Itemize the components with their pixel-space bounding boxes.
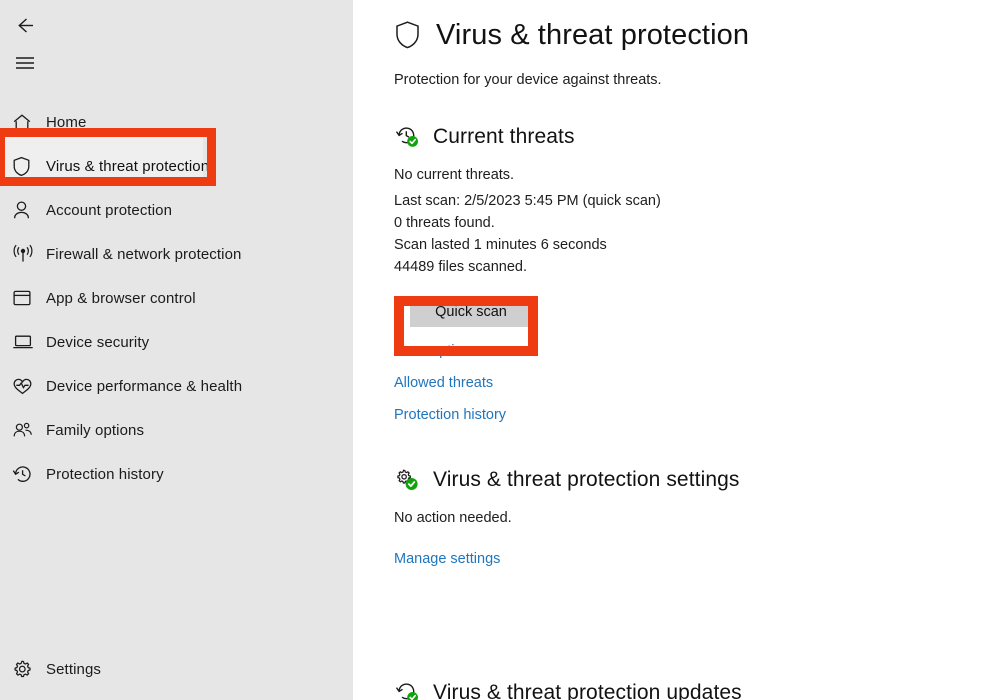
sidebar-bottom: Settings (0, 647, 353, 691)
current-threats-header: Current threats (394, 124, 990, 150)
sidebar-item-label: Account protection (46, 201, 173, 219)
page-title: Virus & threat protection (436, 18, 750, 51)
heart-pulse-icon (12, 374, 46, 398)
sidebar-item-app-browser-control[interactable]: App & browser control (0, 276, 353, 320)
protection-updates-section: Virus & threat protection updates (394, 680, 954, 700)
hamburger-menu-icon[interactable] (3, 44, 47, 82)
last-scan-line: Last scan: 2/5/2023 5:45 PM (quick scan) (394, 193, 661, 209)
main-content: Virus & threat protection Protection for… (353, 0, 990, 700)
shield-outline-icon (394, 18, 424, 52)
protection-history-link[interactable]: Protection history (394, 407, 506, 423)
section-title: Virus & threat protection settings (433, 468, 740, 491)
manage-settings-link[interactable]: Manage settings (394, 551, 500, 567)
threat-status: No current threats. (394, 167, 515, 183)
sidebar-item-device-performance-health[interactable]: Device performance & health (0, 364, 353, 408)
sidebar-item-label: Firewall & network protection (46, 245, 242, 263)
current-threats-section: Current threats No current threats. Last… (394, 124, 990, 423)
sidebar-top-controls (0, 0, 353, 82)
current-threats-body: No current threats. Last scan: 2/5/2023 … (394, 164, 990, 278)
sidebar-item-family-options[interactable]: Family options (0, 408, 353, 452)
sidebar-item-firewall-network-protection[interactable]: Firewall & network protection (0, 232, 353, 276)
window-icon (12, 286, 46, 310)
refresh-check-icon (394, 680, 420, 700)
sidebar-item-label: Virus & threat protection (46, 157, 210, 175)
laptop-icon (12, 330, 46, 354)
sidebar-item-label: Family options (46, 421, 145, 439)
sidebar-item-account-protection[interactable]: Account protection (0, 188, 353, 232)
sidebar: Home Virus & threat protection Account p… (0, 0, 353, 700)
protection-updates-header: Virus & threat protection updates (394, 680, 954, 700)
section-title: Current threats (433, 125, 575, 148)
page-subtitle: Protection for your device against threa… (394, 72, 662, 88)
section-title: Virus & threat protection updates (433, 681, 742, 700)
person-icon (12, 198, 46, 222)
quick-scan-row: Quick scan (394, 296, 990, 356)
history-clock-check-icon (394, 124, 420, 150)
sidebar-item-label: Device performance & health (46, 377, 243, 395)
protection-settings-section: Virus & threat protection settings No ac… (394, 467, 990, 567)
sidebar-item-label: Device security (46, 333, 150, 351)
broadcast-icon (12, 242, 46, 266)
page-header: Virus & threat protection (394, 18, 990, 52)
history-clock-icon (12, 462, 46, 486)
sidebar-item-settings[interactable]: Settings (0, 647, 353, 691)
sidebar-item-label: Home (46, 113, 87, 131)
gear-icon (12, 657, 46, 681)
protection-settings-body: No action needed. (394, 507, 990, 529)
sidebar-item-protection-history[interactable]: Protection history (0, 452, 353, 496)
sidebar-nav-list: Home Virus & threat protection Account p… (0, 100, 353, 496)
protection-settings-header: Virus & threat protection settings (394, 467, 990, 493)
back-arrow-icon[interactable] (3, 6, 47, 44)
shield-icon (12, 154, 46, 178)
quick-scan-button[interactable]: Quick scan (410, 296, 532, 327)
gears-check-icon (394, 467, 420, 493)
allowed-threats-link[interactable]: Allowed threats (394, 375, 493, 391)
sidebar-item-device-security[interactable]: Device security (0, 320, 353, 364)
files-scanned-line: 44489 files scanned. (394, 259, 528, 275)
settings-status: No action needed. (394, 510, 512, 526)
scan-duration-line: Scan lasted 1 minutes 6 seconds (394, 237, 607, 253)
sidebar-item-label: Settings (46, 660, 101, 678)
windows-security-window: Home Virus & threat protection Account p… (0, 0, 990, 700)
current-threats-links: Scan options Allowed threats Protection … (394, 343, 990, 423)
people-group-icon (12, 418, 46, 442)
threats-found-line: 0 threats found. (394, 215, 495, 231)
scan-options-link[interactable]: Scan options (394, 343, 478, 359)
home-icon (12, 110, 46, 134)
sidebar-item-label: App & browser control (46, 289, 196, 307)
sidebar-item-virus-threat-protection[interactable]: Virus & threat protection (0, 144, 353, 188)
sidebar-item-label: Protection history (46, 465, 164, 483)
